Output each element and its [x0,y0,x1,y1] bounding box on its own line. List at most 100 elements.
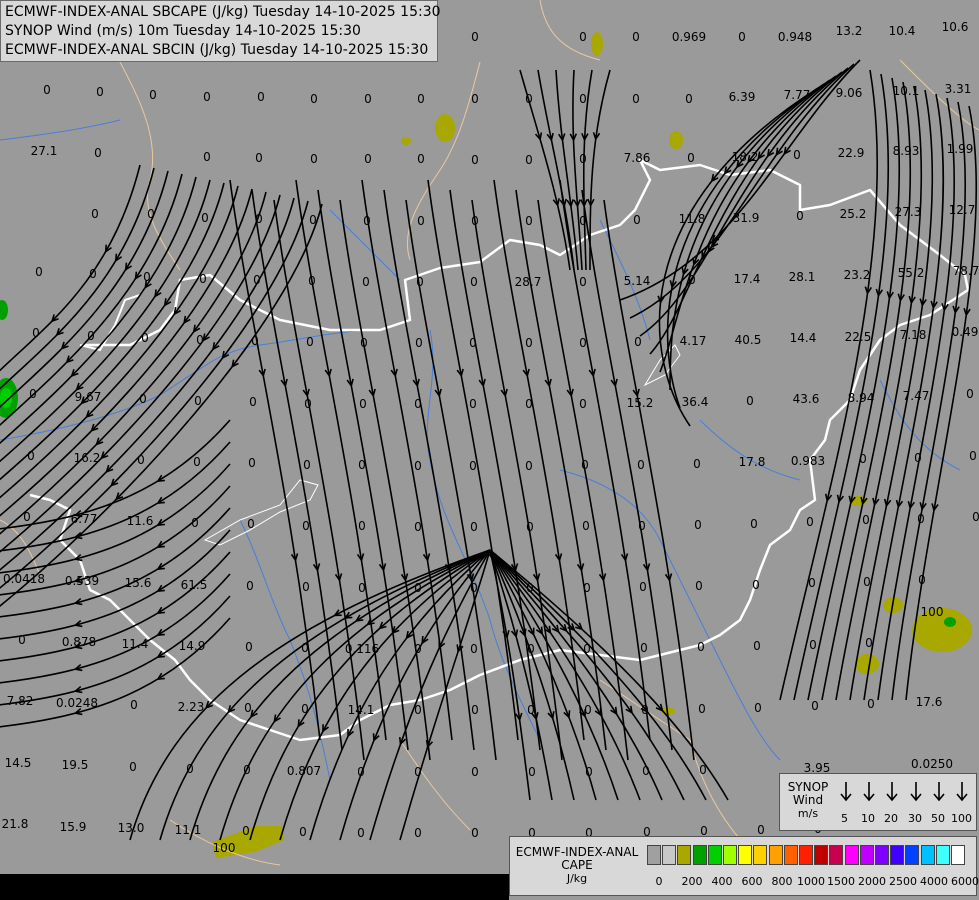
wind-arrow-icon [840,782,852,802]
cape-value-label: 0 [301,641,309,655]
cape-value-label: 8.93 [893,144,920,158]
cape-value-label: 13.2 [836,24,863,38]
cape-value-label: 0 [525,336,533,350]
map-title-box: ECMWF-INDEX-ANAL SBCAPE (J/kg) Tuesday 1… [0,0,441,62]
cape-value-label: 0 [363,214,371,228]
cape-value-label: 0 [867,697,875,711]
cape-value-label: 0 [579,336,587,350]
cape-value-label: 0 [358,581,366,595]
cape-value-label: 0 [918,573,926,587]
cape-value-label: 0 [470,520,478,534]
cape-value-label: 0 [632,92,640,106]
cape-value-label: 9.06 [836,86,863,100]
cape-value-label: 0 [526,581,534,595]
wind-legend-value: 5 [841,812,848,825]
cape-value-label: 27.3 [895,205,922,219]
cape-value-label: 0 [699,763,707,777]
black-strip [0,874,509,900]
cape-value-label: 0 [201,211,209,225]
cape-value-label: 0 [27,449,35,463]
cape-value-label: 0 [147,207,155,221]
cape-value-label: 0 [306,335,314,349]
cape-value-label: 0 [581,458,589,472]
cape-value-label: 0 [470,581,478,595]
wind-legend-value: 50 [931,812,945,825]
cape-value-label: 55.2 [898,266,925,280]
cape-value-label: 0 [525,397,533,411]
wind-legend-value: 100 [951,812,972,825]
cape-value-label: 0 [469,459,477,473]
cape-value-label: 0 [129,760,137,774]
cape-value-label: 0 [859,452,867,466]
cape-value-label: 11.4 [122,637,149,651]
cape-value-label: 0 [301,702,309,716]
cape-value-label: 0 [470,275,478,289]
cape-value-label: 7.82 [7,694,34,708]
cape-value-label: 0 [242,824,250,838]
cape-value-label: 0 [808,576,816,590]
cape-value-label: 43.6 [793,392,820,406]
cape-value-label: 0 [471,92,479,106]
cape-value-label: 0 [137,453,145,467]
wind-legend-value: 10 [861,812,875,825]
cape-value-label: 28.1 [789,270,816,284]
cape-value-label: 0 [310,92,318,106]
cape-value-label: 0.539 [65,574,99,588]
cape-value-label: 27.1 [31,144,58,158]
cape-swatch [723,845,737,865]
wind-legend-title-line: SYNOP [787,780,829,794]
cape-value-label: 0 [414,459,422,473]
cape-swatch [890,845,905,865]
title-synop-wind: SYNOP Wind (m/s) 10m Tuesday 14-10-2025 … [5,23,361,39]
wind-legend-value: 20 [884,812,898,825]
cape-value-label: 10.6 [942,20,969,34]
cape-value-label: 0 [18,633,26,647]
wind-arrow-icon [886,782,898,802]
cape-value-label: 0 [91,207,99,221]
cape-value-label: 0 [414,397,422,411]
cape-value-label: 0 [245,640,253,654]
cape-value-label: 0 [583,642,591,656]
cape-value-label: 0 [471,703,479,717]
cape-value-label: 0 [796,209,804,223]
cape-value-label: 0 [579,397,587,411]
cape-value-label: 14.4 [790,331,817,345]
cape-value-label: 0 [243,763,251,777]
cape-value-label: 40.5 [735,333,762,347]
cape-value-label: 0 [579,152,587,166]
cape-value-label: 0 [757,823,765,837]
wind-arrow-icon [910,782,922,802]
cape-value-label: 0.969 [672,30,706,44]
cape-value-label: 0.807 [287,764,321,778]
cape-value-label: 0 [302,519,310,533]
cape-value-label: 0 [642,764,650,778]
cape-value-label: 0 [525,92,533,106]
cape-value-label: 0 [257,90,265,104]
cape-value-label: 15.6 [125,576,152,590]
cape-value-label: 5.14 [624,274,651,288]
cape-value-label: 22.9 [838,146,865,160]
cape-value-label: 2.23 [178,700,205,714]
cape-value-label: 11.6 [127,514,154,528]
wind-legend-title: SYNOP Wind m/s [782,780,834,821]
cape-value-label: 0 [248,456,256,470]
cape-value-label: 0 [359,397,367,411]
cape-scale-label: 200 [681,875,703,888]
cape-value-label: 14.9 [179,639,206,653]
cape-value-label: 0 [302,580,310,594]
cape-value-label: 14.5 [5,756,32,770]
cape-value-label: 0 [203,150,211,164]
cape-scale-label: 1000 [797,875,825,888]
cape-swatch [951,845,965,865]
cape-value-label: 0 [35,265,43,279]
cape-value-label: 18.2 [732,150,759,164]
cape-value-label: 0 [360,336,368,350]
cape-value-label: 0 [470,642,478,656]
cape-swatch [707,845,722,865]
wind-arrow-icon [933,782,945,802]
cape-value-label: 0 [471,214,479,228]
cape-legend-title: ECMWF-INDEX-ANAL CAPE J/kg [513,846,641,886]
cape-value-label: 0 [809,638,817,652]
cape-value-label: 19.5 [62,758,89,772]
cape-value-label: 0 [415,336,423,350]
